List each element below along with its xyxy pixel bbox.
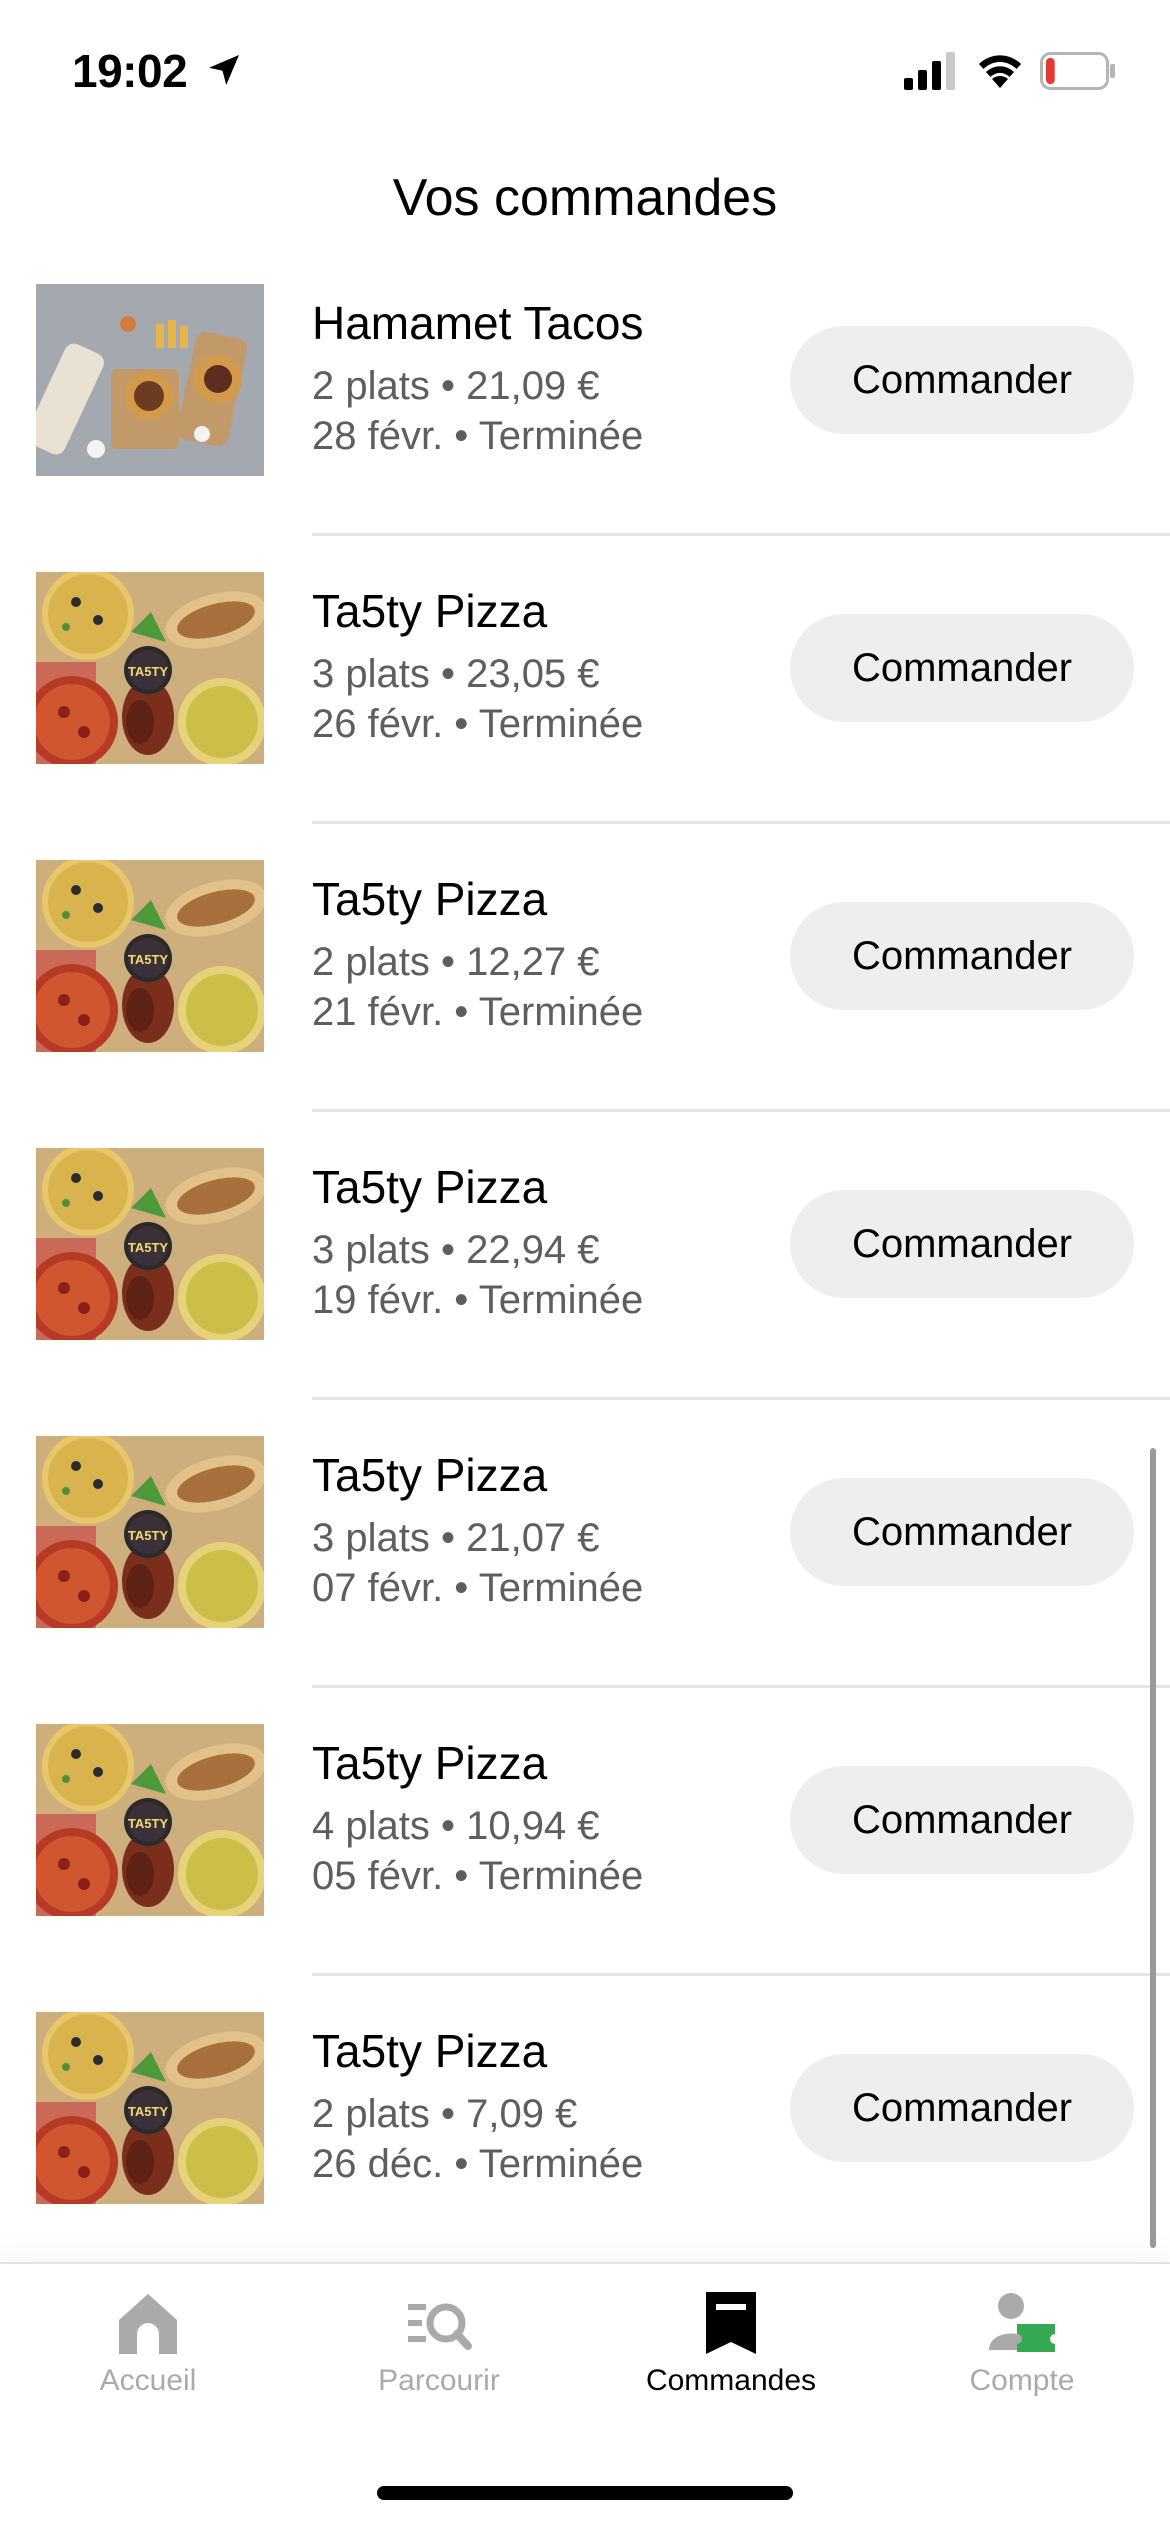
order-item[interactable]: TA5TY Ta5ty Pizza 3 plats • 21,07 € 07 f…	[0, 1420, 1170, 1708]
page-title: Vos commandes	[392, 169, 778, 227]
order-summary: 2 plats • 7,09 €	[312, 2092, 578, 2136]
order-date-status: 26 déc. • Terminée	[312, 2142, 644, 2186]
order-item[interactable]: TA5TY Ta5ty Pizza 4 plats • 10,94 € 05 f…	[0, 1708, 1170, 1996]
tab-label: Accueil	[99, 2364, 197, 2397]
reorder-button[interactable]: Commander	[790, 1190, 1134, 1298]
home-indicator[interactable]	[377, 2486, 793, 2500]
order-date-status: 05 févr. • Terminée	[312, 1854, 644, 1898]
svg-text:TA5TY: TA5TY	[128, 1528, 169, 1543]
restaurant-thumbnail[interactable]: TA5TY	[36, 860, 264, 1052]
order-item[interactable]: Hamamet Tacos 2 plats • 21,09 € 28 févr.…	[0, 268, 1170, 556]
order-summary: 3 plats • 21,07 €	[312, 1516, 600, 1560]
order-summary: 3 plats • 23,05 €	[312, 652, 600, 696]
tab-accueil[interactable]: Accueil	[2, 2264, 294, 2404]
svg-text:TA5TY: TA5TY	[128, 664, 169, 679]
restaurant-name: Ta5ty Pizza	[312, 1161, 548, 1213]
reorder-button[interactable]: Commander	[790, 1766, 1134, 1874]
restaurant-name: Ta5ty Pizza	[312, 585, 548, 637]
restaurant-thumbnail[interactable]: TA5TY	[36, 1148, 264, 1340]
order-item[interactable]: TA5TY Ta5ty Pizza 3 plats • 23,05 € 26 f…	[0, 556, 1170, 844]
location-arrow-icon	[209, 55, 239, 85]
browse-search-icon	[408, 2303, 472, 2350]
account-ticket-icon	[989, 2293, 1055, 2352]
reorder-button[interactable]: Commander	[790, 614, 1134, 722]
restaurant-name: Ta5ty Pizza	[312, 1737, 548, 1789]
order-item[interactable]: TA5TY Ta5ty Pizza 3 plats • 22,94 € 19 f…	[0, 1132, 1170, 1420]
restaurant-thumbnail[interactable]	[36, 284, 264, 476]
order-date-status: 19 févr. • Terminée	[312, 1278, 644, 1322]
restaurant-thumbnail[interactable]: TA5TY	[36, 1436, 264, 1628]
restaurant-name: Ta5ty Pizza	[312, 873, 548, 925]
scrollbar[interactable]	[1150, 1448, 1156, 2248]
wifi-icon	[979, 55, 1021, 88]
receipt-icon	[706, 2292, 756, 2354]
svg-text:TA5TY: TA5TY	[128, 2104, 169, 2119]
status-time: 19:02	[72, 45, 188, 97]
order-summary: 2 plats • 21,09 €	[312, 364, 600, 408]
tab-label: Compte	[969, 2364, 1075, 2397]
order-item[interactable]: TA5TY Ta5ty Pizza 2 plats • 12,27 € 21 f…	[0, 844, 1170, 1132]
order-date-status: 21 févr. • Terminée	[312, 990, 644, 1034]
svg-text:TA5TY: TA5TY	[128, 952, 169, 967]
divider	[312, 1397, 1170, 1400]
divider	[312, 1109, 1170, 1112]
reorder-button[interactable]: Commander	[790, 1478, 1134, 1586]
order-item[interactable]: TA5TY Ta5ty Pizza 2 plats • 7,09 € 26 dé…	[0, 1996, 1170, 2284]
cellular-signal-icon	[904, 52, 955, 90]
restaurant-name: Ta5ty Pizza	[312, 1449, 548, 1501]
svg-text:TA5TY: TA5TY	[128, 1240, 169, 1255]
order-summary: 2 plats • 12,27 €	[312, 940, 600, 984]
restaurant-thumbnail[interactable]: TA5TY	[36, 1724, 264, 1916]
order-list[interactable]: Hamamet Tacos 2 plats • 21,09 € 28 févr.…	[0, 268, 1170, 2284]
tab-label: Parcourir	[378, 2364, 500, 2397]
order-date-status: 28 févr. • Terminée	[312, 414, 644, 458]
divider	[312, 1685, 1170, 1688]
home-icon	[119, 2294, 177, 2354]
order-summary: 3 plats • 22,94 €	[312, 1228, 600, 1272]
order-date-status: 26 févr. • Terminée	[312, 702, 644, 746]
divider	[312, 533, 1170, 536]
divider	[312, 821, 1170, 824]
divider	[312, 1973, 1170, 1976]
battery-icon	[1040, 52, 1115, 90]
restaurant-thumbnail[interactable]: TA5TY	[36, 572, 264, 764]
status-bar: 19:02	[0, 0, 1170, 140]
order-date-status: 07 févr. • Terminée	[312, 1566, 644, 1610]
restaurant-name: Hamamet Tacos	[312, 297, 644, 349]
restaurant-thumbnail[interactable]: TA5TY	[36, 2012, 264, 2204]
tab-label: Commandes	[645, 2364, 817, 2397]
reorder-button[interactable]: Commander	[790, 902, 1134, 1010]
reorder-button[interactable]: Commander	[790, 326, 1134, 434]
restaurant-name: Ta5ty Pizza	[312, 2025, 548, 2077]
svg-text:TA5TY: TA5TY	[128, 1816, 169, 1831]
tab-parcourir[interactable]: Parcourir	[293, 2264, 585, 2404]
reorder-button[interactable]: Commander	[790, 2054, 1134, 2162]
tab-compte[interactable]: Compte	[876, 2264, 1168, 2404]
order-summary: 4 plats • 10,94 €	[312, 1804, 600, 1848]
tab-commandes[interactable]: Commandes	[585, 2264, 877, 2404]
